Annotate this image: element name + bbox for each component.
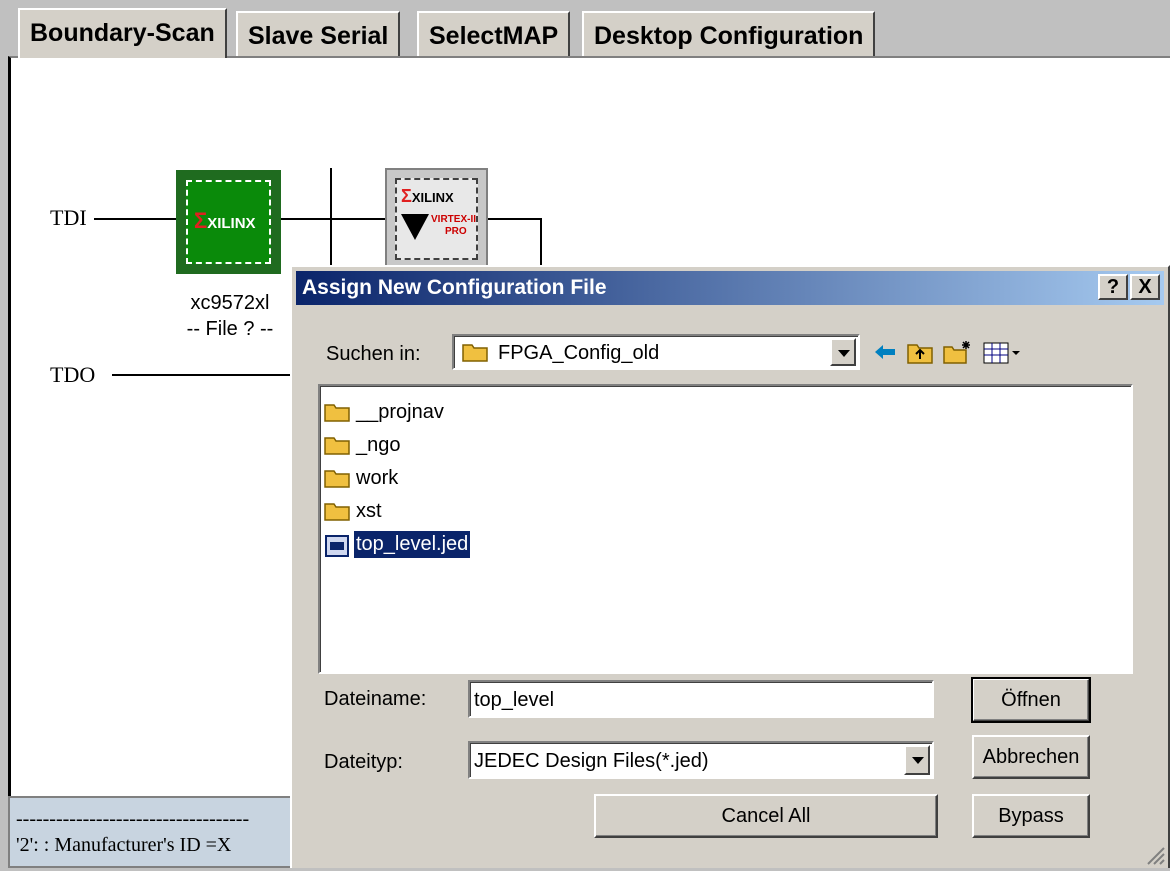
look-in-dropdown-button[interactable] — [830, 338, 856, 366]
look-in-label: Suchen in: — [326, 343, 421, 365]
resize-grip-icon[interactable] — [1142, 842, 1166, 866]
cancel-all-button[interactable]: Cancel All — [594, 794, 938, 838]
dialog-titlebar[interactable]: Assign New Configuration File ? X — [296, 271, 1164, 305]
list-item-selected[interactable]: top_level.jed — [324, 528, 471, 560]
folder-icon — [324, 402, 352, 422]
look-in-value: FPGA_Config_old — [498, 342, 660, 364]
device-name-label: xc9572xl — [190, 292, 270, 314]
open-button[interactable]: Öffnen — [971, 677, 1091, 723]
tab-selectmap[interactable]: SelectMAP — [417, 11, 571, 57]
filetype-dropdown[interactable]: JEDEC Design Files(*.jed) — [468, 741, 934, 779]
tdi-wire — [94, 218, 176, 220]
tdi-label: TDI — [50, 205, 87, 230]
chain-wire-3 — [540, 218, 542, 266]
filename-label: Dateiname: — [324, 688, 427, 710]
chevron-down-icon — [912, 757, 924, 764]
new-folder-icon[interactable] — [942, 339, 972, 365]
tab-desktop-configuration[interactable]: Desktop Configuration — [582, 11, 876, 57]
fpga-device-icon[interactable]: ΣXILINX VIRTEX-II PRO — [385, 168, 488, 268]
chain-bus-line — [330, 168, 332, 268]
list-item[interactable]: _ngo — [324, 429, 403, 461]
dialog-title: Assign New Configuration File — [302, 276, 607, 299]
folder-icon — [324, 501, 352, 521]
chevron-down-icon — [838, 350, 850, 357]
filetype-label: Dateityp: — [324, 751, 403, 773]
up-folder-icon[interactable] — [906, 339, 934, 365]
file-list[interactable]: __projnav _ngo work xst top_level.jed — [318, 384, 1133, 674]
log-separator: ----------------------------------- — [16, 808, 250, 830]
file-name: _ngo — [356, 433, 401, 456]
folder-open-icon — [462, 342, 490, 362]
virtex-logo — [401, 214, 429, 240]
chain-wire-2 — [488, 218, 540, 220]
bypass-button[interactable]: Bypass — [972, 794, 1090, 838]
family-label: VIRTEX-II — [431, 214, 477, 225]
document-icon — [324, 534, 352, 557]
help-button[interactable]: ? — [1098, 274, 1128, 300]
filename-input[interactable]: top_level — [468, 680, 934, 718]
device-file-label: -- File ? -- — [186, 318, 274, 340]
xilinx-logo: ΣXILINX — [194, 208, 256, 233]
file-name: __projnav — [356, 400, 444, 423]
tdo-label: TDO — [50, 362, 96, 387]
list-item[interactable]: xst — [324, 495, 384, 527]
cpld-device-icon[interactable]: ΣXILINX — [176, 170, 281, 274]
look-in-dropdown[interactable]: FPGA_Config_old — [452, 334, 860, 370]
xilinx-logo: ΣXILINX — [401, 186, 454, 206]
filetype-value: JEDEC Design Files(*.jed) — [474, 750, 709, 772]
log-line: '2': : Manufacturer's ID =X — [16, 834, 232, 856]
tab-slave-serial[interactable]: Slave Serial — [236, 11, 401, 57]
tab-boundary-scan[interactable]: Boundary-Scan — [18, 8, 227, 58]
filetype-dropdown-button[interactable] — [904, 745, 930, 775]
assign-config-file-dialog: Assign New Configuration File ? X Suchen… — [290, 265, 1170, 868]
cancel-button[interactable]: Abbrechen — [972, 735, 1090, 779]
back-icon[interactable] — [872, 339, 898, 365]
file-name: top_level.jed — [354, 530, 471, 558]
chain-wire-1 — [281, 218, 385, 220]
list-item[interactable]: work — [324, 462, 400, 494]
tdo-wire — [112, 374, 292, 376]
file-name: work — [356, 466, 399, 489]
file-name: xst — [356, 499, 382, 522]
close-button[interactable]: X — [1130, 274, 1160, 300]
view-menu-icon[interactable] — [982, 341, 1022, 365]
folder-icon — [324, 468, 352, 488]
folder-icon — [324, 435, 352, 455]
filename-value: top_level — [474, 689, 555, 711]
list-item[interactable]: __projnav — [324, 396, 446, 428]
family-sub-label: PRO — [445, 226, 467, 237]
